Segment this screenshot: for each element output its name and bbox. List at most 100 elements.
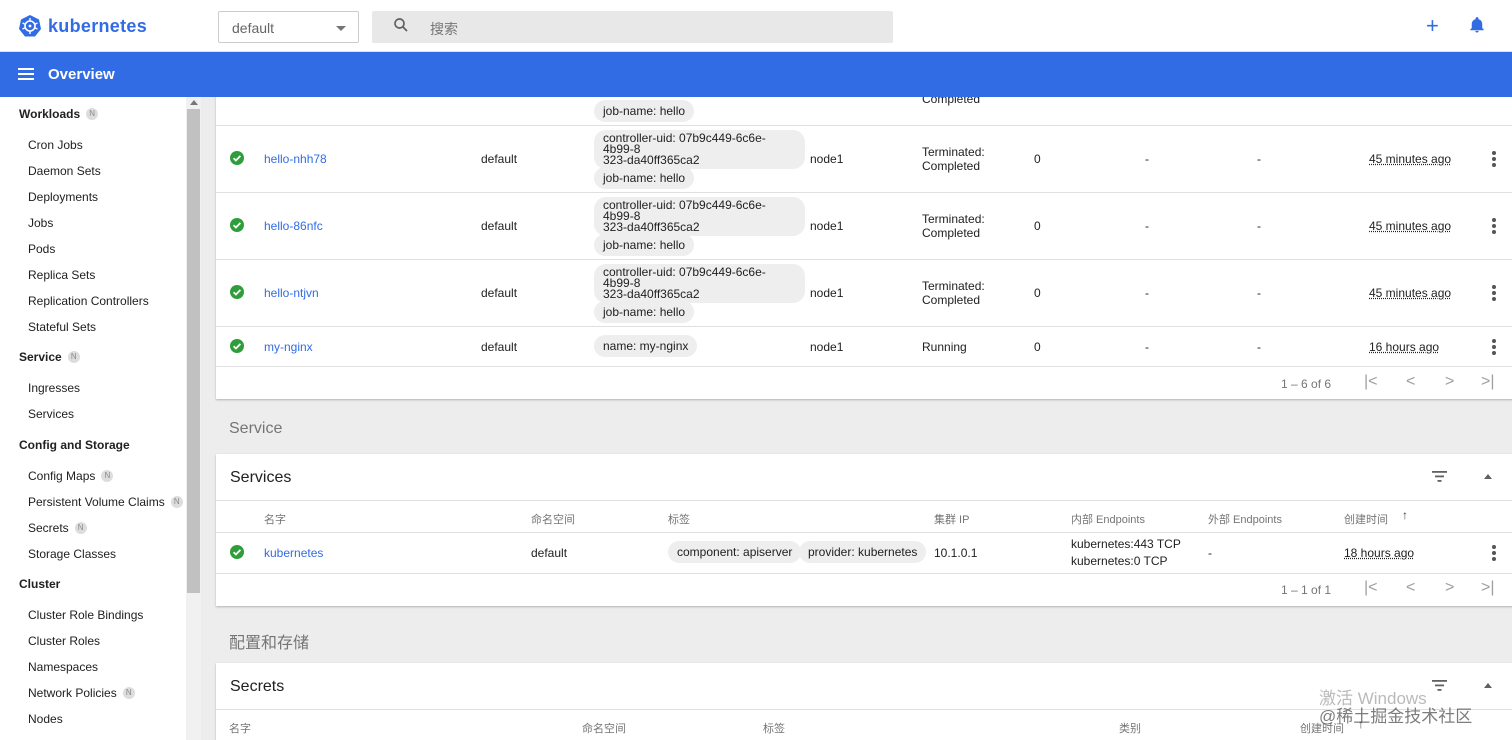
sidebar-item-label: Namespaces [28,660,99,674]
column-header-namespace[interactable]: 命名空间 [531,511,575,527]
sidebar-item-label: Services [28,407,75,421]
kubernetes-logo[interactable]: kubernetes [18,14,147,38]
sidebar-item-label: Stateful Sets [28,320,97,334]
sidebar-item-stateful-sets[interactable]: Stateful Sets [28,320,96,334]
first-page-icon[interactable]: |< [1364,579,1378,597]
sidebar-item-jobs[interactable]: Jobs [28,216,53,230]
collapse-icon[interactable] [1484,683,1492,688]
pod-name-link[interactable]: hello-ntjvn [264,286,319,300]
first-page-icon[interactable]: |< [1364,373,1378,391]
label-text: 323-da40ff365ca2 [603,220,700,234]
sidebar-item-pvc[interactable]: Persistent Volume Claims N [28,495,183,509]
filter-icon[interactable] [1432,471,1447,482]
last-page-icon[interactable]: >| [1481,579,1495,597]
plus-icon[interactable]: + [1426,14,1439,38]
sidebar-item-storage-classes[interactable]: Storage Classes [28,547,116,561]
service-name-link[interactable]: kubernetes [264,546,323,560]
table-row[interactable]: my-nginx default name: my-nginx node1 Ru… [216,327,1512,366]
namespace-cell: default [481,219,518,233]
label-chip: component: apiserver [668,541,802,563]
pod-name-link[interactable]: hello-nhh78 [264,152,327,166]
check-circle-icon [230,545,244,559]
page-title: Overview [48,66,115,83]
table-row[interactable]: hello-ntjvn default controller-uid: 07b9… [216,260,1512,326]
label-text: controller-uid: 07b9c449-6c6e-4b99-8 [603,131,766,156]
sidebar-item-replica-sets[interactable]: Replica Sets [28,268,95,282]
main-content: job-name: hello Completed hello-nhh78 de… [201,97,1512,740]
next-page-icon[interactable]: > [1445,579,1454,597]
more-vert-icon[interactable] [1492,285,1496,303]
sidebar-item-replication-controllers[interactable]: Replication Controllers [28,294,149,308]
previous-page-icon[interactable]: < [1406,373,1415,391]
sidebar-section-config-storage[interactable]: Config and Storage [19,438,130,452]
restarts-cell: 0 [1034,219,1041,233]
sidebar-scrollbar-thumb[interactable] [187,109,200,593]
column-header-cluster-ip: 集群 IP [934,514,970,526]
sidebar-item-daemon-sets[interactable]: Daemon Sets [28,164,101,178]
sidebar-item-label: Daemon Sets [28,164,101,178]
sidebar-item-config-maps[interactable]: Config Maps N [28,469,114,483]
sidebar-item-namespaces[interactable]: Namespaces [28,660,98,674]
bell-icon[interactable] [1468,15,1486,35]
pods-card: job-name: hello Completed hello-nhh78 de… [216,97,1512,399]
namespace-select[interactable]: default [218,11,359,43]
collapse-icon[interactable] [1484,474,1492,479]
sidebar-section-cluster[interactable]: Cluster [19,577,60,591]
previous-page-icon[interactable]: < [1406,579,1415,597]
pod-name-link[interactable]: my-nginx [264,340,313,354]
sidebar-item-label: Config Maps [28,469,96,483]
table-row[interactable]: hello-86nfc default controller-uid: 07b9… [216,193,1512,259]
sidebar-item-cluster-roles[interactable]: Cluster Roles [28,634,100,648]
search-input[interactable]: 搜索 [372,11,893,43]
new-badge: N [170,496,183,508]
sidebar-section-label: Cluster [19,577,61,591]
more-vert-icon[interactable] [1492,218,1496,236]
sidebar-item-deployments[interactable]: Deployments [28,190,98,204]
table-row[interactable]: kubernetes default component: apiserver … [216,533,1512,573]
label-chip: controller-uid: 07b9c449-6c6e-4b99-8 323-… [594,264,805,303]
sidebar-item-secrets[interactable]: Secrets N [28,521,87,535]
column-header-name[interactable]: 名字 [264,511,286,527]
table-row[interactable]: hello-nhh78 default controller-uid: 07b9… [216,126,1512,192]
pagination-range: 1 – 1 of 1 [1281,583,1332,597]
sidebar-item-label: Replication Controllers [28,294,149,308]
last-page-icon[interactable]: >| [1481,373,1495,391]
status-line-1: Terminated: [922,212,985,226]
kubernetes-logo-icon [19,15,41,37]
namespace-value: default [232,20,275,36]
sidebar-item-label: Network Policies [28,686,117,700]
more-vert-icon[interactable] [1492,339,1496,357]
sidebar-item-network-policies[interactable]: Network Policies N [28,686,135,700]
row-divider [216,500,1512,501]
sidebar-item-nodes[interactable]: Nodes [28,712,63,726]
sidebar-item-label: Cluster Roles [28,634,101,648]
sidebar-item-services[interactable]: Services [28,407,74,421]
pod-name-link[interactable]: hello-86nfc [264,219,323,233]
next-page-icon[interactable]: > [1445,373,1454,391]
sort-arrow-up-icon[interactable]: ↑ [1402,508,1408,522]
sidebar-section-service[interactable]: Service N [19,350,80,364]
column-header-namespace[interactable]: 命名空间 [582,720,626,736]
label-chip: job-name: hello [594,234,695,256]
sidebar-item-label: Storage Classes [28,547,117,561]
more-vert-icon[interactable] [1492,545,1496,563]
status-line-2: Completed [922,226,981,240]
sidebar-section-workloads[interactable]: Workloads N [19,107,99,121]
external-endpoint-cell: - [1208,546,1212,560]
sidebar-item-cluster-role-bindings[interactable]: Cluster Role Bindings [28,608,143,622]
sidebar-item-cron-jobs[interactable]: Cron Jobs [28,138,83,152]
sidebar-section-label: Service [19,350,62,364]
column-header-created[interactable]: 创建时间 [1344,511,1388,527]
more-vert-icon[interactable] [1492,151,1496,169]
menu-icon[interactable] [18,67,34,81]
search-placeholder: 搜索 [430,21,458,37]
filter-icon[interactable] [1432,680,1447,691]
label-text: 323-da40ff365ca2 [603,287,700,301]
restarts-cell: 0 [1034,340,1041,354]
scroll-up-arrow-icon[interactable] [190,100,198,105]
sidebar-item-ingresses[interactable]: Ingresses [28,381,80,395]
internal-endpoint-line-2: kubernetes:0 TCP [1071,554,1168,568]
column-header-name[interactable]: 名字 [229,720,251,736]
sidebar-item-label: Ingresses [28,381,81,395]
sidebar-item-pods[interactable]: Pods [28,242,55,256]
